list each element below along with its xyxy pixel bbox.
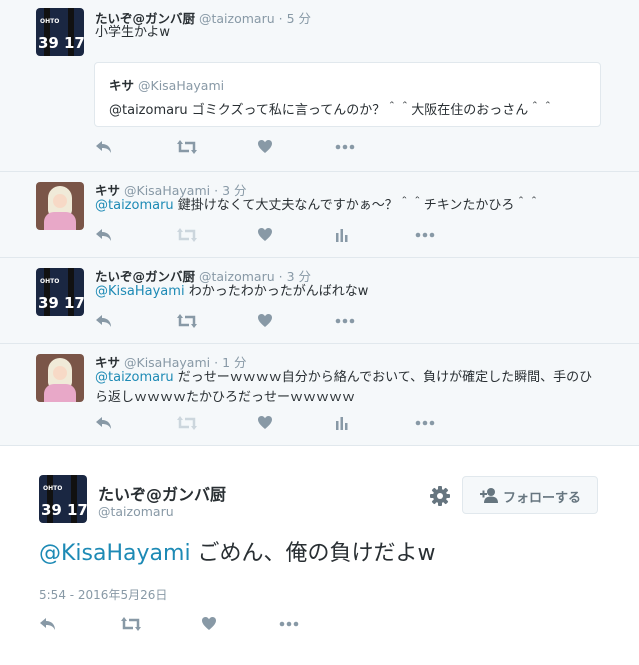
avatar[interactable]: OHTO 39 17 [39,475,87,523]
like-icon[interactable] [257,139,273,158]
mention-link[interactable]: @KisaHayami [95,284,185,299]
mention-link[interactable]: @taizomaru [95,370,174,385]
tweet-body: わかったわかったがんばれなw [184,284,369,299]
user-handle[interactable]: @taizomaru [98,504,174,519]
more-icon[interactable] [279,616,299,635]
avatar[interactable]: OHTO 39 17 [36,8,84,56]
like-icon[interactable] [201,616,217,635]
tweet-item[interactable]: キサ @KisaHayami · 3 分 @taizomaru 鍵掛けなくて大丈… [0,172,639,258]
tweet-body: 鍵掛けなくて大丈夫なんですかぁ〜？＾＾チキンたかひろ＾＾ [173,198,541,213]
tweet-text: 小学生かよw [95,25,170,40]
retweet-icon[interactable] [176,139,198,159]
avatar[interactable]: OHTO 39 17 [36,268,84,316]
more-icon[interactable] [415,415,435,434]
conversation-thread: OHTO 39 17 たいぞ@ガンバ厨 @taizomaru · 5 分 小学生… [0,0,639,446]
follow-label: フォローする [503,491,582,506]
tweet-body: ごめん、俺の負けだよw [190,541,436,566]
analytics-icon[interactable] [335,415,349,434]
tweet-text: @taizomaru 鍵掛けなくて大丈夫なんですかぁ〜？＾＾チキンたかひろ＾＾ [95,196,605,216]
analytics-icon[interactable] [335,227,349,246]
tweet-actions [39,616,339,636]
reply-icon[interactable] [95,313,113,333]
reply-icon[interactable] [39,616,57,636]
tweet-timestamp[interactable]: 5:54 - 2016年5月26日 [39,586,167,603]
avatar[interactable] [36,182,84,230]
quote-text: @taizomaru ゴミクズって私に言ってんのか？＾＾大阪在住のおっさん＾＾ [109,103,555,118]
tweet-item[interactable]: OHTO 39 17 たいぞ@ガンバ厨 @taizomaru · 5 分 小学生… [0,0,639,172]
tweet-item[interactable]: OHTO 39 17 たいぞ@ガンバ厨 @taizomaru · 3 分 @Ki… [0,258,639,344]
tweet-text: @KisaHayami わかったわかったがんばれなw [95,282,605,302]
mention-link[interactable]: @KisaHayami [39,541,191,566]
main-tweet: OHTO 39 17 たいぞ@ガンバ厨 @taizomaru フォローする @K… [0,446,639,665]
mention-link[interactable]: @taizomaru [95,198,174,213]
more-icon[interactable] [335,139,355,158]
avatar[interactable] [36,354,84,402]
like-icon[interactable] [257,227,273,246]
tweet-item[interactable]: キサ @KisaHayami · 1 分 @taizomaru だっせーｗｗｗｗ… [0,344,639,446]
quote-handle: @KisaHayami [138,78,225,93]
gear-icon[interactable] [428,484,452,508]
more-icon[interactable] [335,313,355,332]
like-icon[interactable] [257,313,273,332]
retweet-icon[interactable] [176,313,198,333]
tweet-text: @KisaHayami ごめん、俺の負けだよw [39,539,436,569]
more-icon[interactable] [415,227,435,246]
follow-icon [480,487,498,507]
quote-display-name: キサ [109,78,135,93]
retweet-icon[interactable] [120,616,142,636]
reply-icon[interactable] [95,415,113,435]
like-icon[interactable] [257,415,273,434]
follow-button[interactable]: フォローする [462,476,598,514]
quote-header: キサ @KisaHayami [109,75,224,94]
retweet-icon [176,415,198,435]
retweet-icon [176,227,198,247]
quoted-tweet[interactable]: キサ @KisaHayami @taizomaru ゴミクズって私に言ってんのか… [94,62,601,127]
reply-icon[interactable] [95,227,113,247]
display-name[interactable]: たいぞ@ガンバ厨 [98,481,226,505]
reply-icon[interactable] [95,139,113,159]
tweet-text: @taizomaru だっせーｗｗｗｗ自分から絡んでおいて、負けが確定した瞬間、… [95,368,605,408]
